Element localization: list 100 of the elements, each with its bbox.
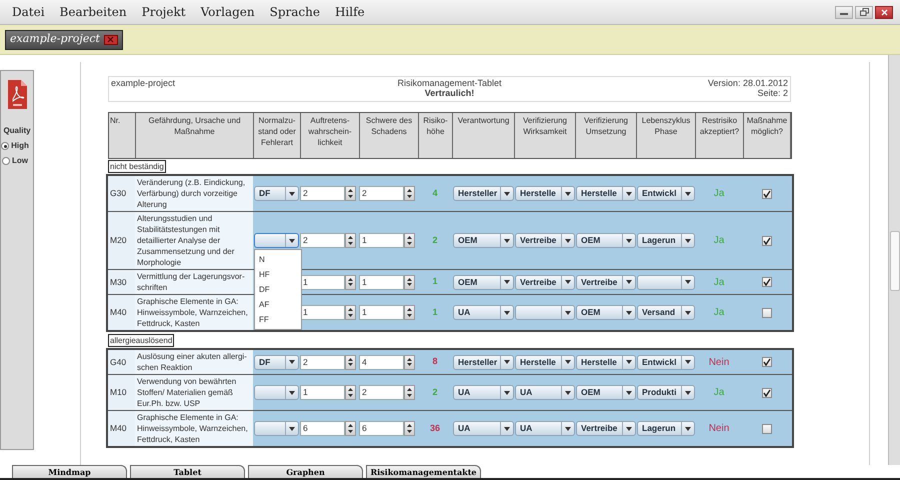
menu-item[interactable]: Vorlagen — [200, 3, 255, 21]
menu-item[interactable]: Projekt — [142, 3, 186, 21]
dropdown[interactable]: Vertreibe — [515, 233, 575, 248]
dropdown-option[interactable]: AF — [255, 297, 301, 312]
dropdown[interactable]: Herstelle — [576, 186, 636, 201]
bottom-tab[interactable]: Mindmap — [12, 465, 127, 478]
number-field[interactable]: 2 — [359, 385, 404, 400]
checkbox[interactable] — [762, 388, 772, 398]
checkbox[interactable] — [762, 188, 772, 198]
dropdown[interactable]: Versand — [637, 305, 695, 320]
menu-item[interactable]: Datei — [12, 3, 45, 21]
checkbox[interactable] — [762, 308, 772, 318]
column-header: Verifizierung Wirksamkeit — [515, 113, 576, 158]
table-cell: M20 — [108, 212, 135, 269]
menu-item[interactable]: Hilfe — [334, 3, 365, 21]
spinner-buttons[interactable] — [345, 233, 356, 248]
number-field[interactable]: 2 — [300, 186, 345, 201]
bottom-tab[interactable]: Risikomanagementakte — [366, 465, 481, 478]
dropdown[interactable]: UA — [453, 385, 514, 400]
dropdown[interactable]: Hersteller — [453, 354, 514, 370]
table-cell: M30 — [108, 270, 135, 294]
dropdown[interactable]: OEM — [453, 274, 514, 290]
scrollbar[interactable] — [888, 55, 900, 465]
number-field[interactable]: 2 — [359, 186, 404, 201]
spinner-buttons[interactable] — [404, 385, 415, 400]
minimize-button[interactable] — [835, 6, 853, 18]
dropdown[interactable]: Lagerun — [637, 421, 695, 436]
checkbox[interactable] — [762, 424, 772, 434]
dropdown[interactable]: OEM — [576, 233, 636, 248]
dropdown[interactable]: Herstelle — [515, 354, 575, 370]
spinner-buttons[interactable] — [345, 421, 356, 436]
menu-item[interactable]: Bearbeiten — [60, 3, 127, 21]
spinner-buttons[interactable] — [404, 274, 415, 290]
number-field[interactable]: 6 — [300, 421, 345, 436]
dropdown[interactable]: UA — [453, 305, 514, 320]
checkbox[interactable] — [762, 277, 772, 287]
restore-button[interactable] — [855, 6, 873, 18]
number-field[interactable]: 1 — [359, 274, 404, 290]
residual-risk-value: Ja — [714, 187, 724, 201]
up-arrow-icon — [348, 388, 353, 392]
up-arrow-icon — [348, 424, 353, 428]
spinner-buttons[interactable] — [345, 305, 356, 320]
number-field[interactable]: 2 — [300, 354, 345, 370]
dropdown[interactable]: OEM — [576, 385, 636, 400]
radio-option[interactable]: High — [1, 140, 29, 152]
dropdown-option[interactable]: N — [255, 252, 301, 267]
dropdown[interactable]: DF — [254, 186, 299, 201]
close-button[interactable] — [875, 6, 893, 18]
dropdown[interactable]: Hersteller — [453, 186, 514, 201]
radio-button[interactable] — [2, 157, 10, 165]
checkbox[interactable] — [762, 357, 772, 367]
caret-icon — [626, 192, 632, 196]
spinner-buttons[interactable] — [404, 354, 415, 370]
dropdown[interactable]: Herstelle — [515, 186, 575, 201]
dropdown[interactable]: OEM — [453, 233, 514, 248]
spinner-buttons[interactable] — [404, 186, 415, 201]
dropdown[interactable]: UA — [515, 421, 575, 436]
number-field[interactable]: 1 — [300, 385, 345, 400]
number-field[interactable]: 1 — [300, 274, 345, 290]
checkbox[interactable] — [762, 236, 772, 246]
close-tab-button[interactable] — [104, 34, 118, 44]
dropdown-option[interactable]: HF — [255, 267, 301, 282]
down-arrow-icon — [407, 314, 412, 317]
bottom-tab[interactable]: Tablet — [130, 465, 245, 478]
spinner-buttons[interactable] — [345, 354, 356, 370]
risk-value: 1 — [432, 275, 438, 288]
dropdown-option[interactable]: FF — [255, 312, 301, 327]
number-field[interactable]: 2 — [300, 233, 345, 248]
spinner-buttons[interactable] — [345, 385, 356, 400]
dropdown[interactable]: UA — [515, 385, 575, 400]
number-field[interactable]: 4 — [359, 354, 404, 370]
dropdown[interactable]: Entwickl — [637, 186, 695, 201]
radio-option[interactable]: Low — [2, 155, 28, 167]
spinner-buttons[interactable] — [404, 233, 415, 248]
spinner-buttons[interactable] — [345, 186, 356, 201]
spinner-buttons[interactable] — [345, 274, 356, 290]
project-tab[interactable]: example-project — [5, 30, 123, 50]
number-field[interactable]: 1 — [359, 233, 404, 248]
spinner-buttons[interactable] — [404, 305, 415, 320]
dropdown[interactable]: Vertreibe — [576, 421, 636, 436]
caret-icon — [626, 390, 632, 394]
dropdown[interactable]: Herstelle — [576, 354, 636, 370]
dropdown[interactable]: Vertreibe — [576, 274, 636, 290]
spinner-buttons[interactable] — [404, 421, 415, 436]
scrollbar-thumb[interactable] — [890, 231, 900, 291]
dropdown-option[interactable]: DF — [255, 282, 301, 297]
dropdown[interactable]: Vertreibe — [515, 274, 575, 290]
caret-icon — [626, 310, 632, 314]
dropdown[interactable]: Produkti — [637, 385, 695, 400]
dropdown[interactable]: DF — [254, 354, 299, 370]
number-field[interactable]: 6 — [359, 421, 404, 436]
dropdown[interactable]: UA — [453, 421, 514, 436]
number-field[interactable]: 1 — [300, 305, 345, 320]
dropdown[interactable]: Lagerun — [637, 233, 695, 248]
dropdown[interactable]: Entwickl — [637, 354, 695, 370]
dropdown[interactable]: OEM — [576, 305, 636, 320]
menu-item[interactable]: Sprache — [270, 3, 320, 21]
bottom-tab[interactable]: Graphen — [248, 465, 363, 478]
number-field[interactable]: 1 — [359, 305, 404, 320]
radio-button[interactable] — [1, 142, 10, 150]
